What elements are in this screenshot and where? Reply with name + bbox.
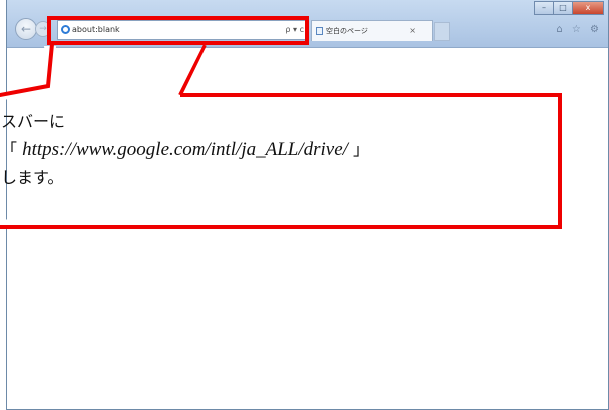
callout-line-3: します。 [1, 168, 64, 187]
callout-line-2: 「 https://www.google.com/intl/ja_ALL/dri… [0, 136, 540, 164]
callout-line-1: スバーに [1, 112, 66, 131]
callout-text: スバーに 「 https://www.google.com/intl/ja_AL… [0, 108, 540, 192]
close-bracket: 」 [353, 140, 370, 159]
callout-box [0, 43, 562, 229]
drive-url: https://www.google.com/intl/ja_ALL/drive… [22, 139, 348, 160]
open-bracket: 「 [1, 140, 18, 159]
